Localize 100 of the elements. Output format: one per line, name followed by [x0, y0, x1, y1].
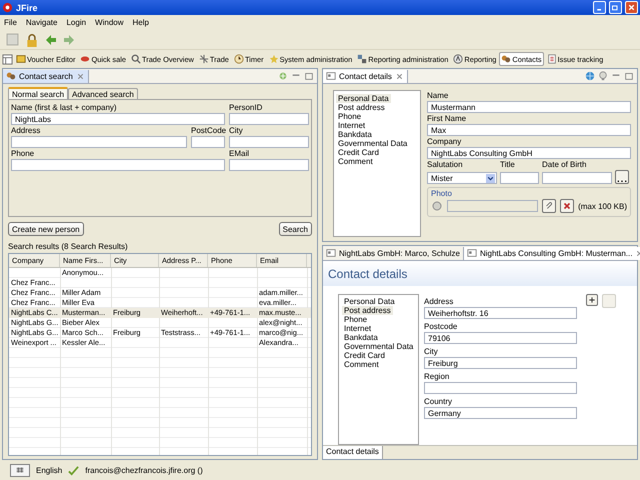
menu-item[interactable]: Help: [132, 18, 149, 27]
field-label: Salutation: [427, 159, 464, 170]
cross-icon: [198, 54, 209, 64]
view-tab[interactable]: Contact search: [3, 70, 89, 82]
maximize-icon: [624, 71, 634, 81]
form-heading: Contact details: [323, 261, 637, 286]
page-tab[interactable]: Contact details: [323, 446, 383, 459]
input-field[interactable]: Weiherhoftstr. 16: [424, 307, 577, 319]
input-field[interactable]: Max: [427, 124, 631, 136]
menu-item[interactable]: File: [4, 18, 17, 27]
open-perspective-icon: [2, 54, 13, 64]
group-label: Photo: [431, 188, 453, 199]
input-field[interactable]: [500, 172, 539, 184]
section-item[interactable]: Phone: [336, 112, 364, 121]
dropdown-caret-icon: [487, 174, 494, 182]
menu-item[interactable]: Navigate: [26, 18, 58, 27]
section-item[interactable]: Bankdata: [336, 130, 374, 139]
field-label: City: [424, 346, 439, 357]
attach-button[interactable]: [542, 199, 556, 213]
input-field[interactable]: [11, 136, 187, 148]
size-note: (max 100 KB): [578, 202, 627, 210]
view-tab[interactable]: Contact details: [323, 70, 408, 82]
add-button[interactable]: [586, 294, 598, 306]
input-field[interactable]: [229, 159, 309, 171]
field-label: Region: [424, 371, 450, 382]
field-label: Company: [427, 136, 462, 147]
section-item[interactable]: Bankdata: [342, 333, 380, 342]
delete-photo-button[interactable]: [560, 199, 574, 213]
input-field[interactable]: [424, 382, 577, 394]
squares-icon: [357, 54, 368, 64]
section-item[interactable]: Phone: [342, 315, 370, 324]
user-label: francois@chezfrancois.jfire.org (): [85, 466, 203, 474]
editor-tab[interactable]: NightLabs GmbH: Marco, Schulze: [323, 246, 464, 260]
section-item[interactable]: Governmental Data: [336, 139, 410, 148]
lock-icon: [25, 32, 39, 48]
field-label: EMail: [229, 148, 250, 159]
section-item[interactable]: Governmental Data: [342, 342, 416, 351]
section-item[interactable]: Personal Data: [336, 94, 391, 103]
create-person-button[interactable]: Create new person: [8, 222, 84, 236]
forward-arrow-icon: [63, 34, 75, 46]
input-field[interactable]: Freiburg: [424, 357, 577, 369]
globe-icon: [585, 71, 595, 81]
section-item[interactable]: Post address: [342, 306, 393, 315]
close-button[interactable]: [625, 1, 638, 14]
field-label: Name: [427, 90, 450, 101]
section-item[interactable]: Credit Card: [336, 148, 381, 157]
back-arrow-icon: [45, 34, 57, 46]
search-button[interactable]: Search: [278, 222, 312, 236]
section-item[interactable]: Credit Card: [342, 351, 387, 360]
card-icon: [326, 248, 336, 258]
field-label: Phone: [11, 148, 36, 159]
input-field[interactable]: [542, 172, 612, 184]
section-item[interactable]: Personal Data: [342, 297, 397, 306]
editor-tab[interactable]: NightLabs Consulting GmbH: Musterman...: [464, 246, 640, 260]
check-icon: [68, 464, 80, 476]
section-item[interactable]: Post address: [336, 103, 387, 112]
field-label: Address: [424, 296, 454, 307]
keyboard-icon: [14, 465, 26, 475]
restore-icon: [611, 3, 620, 12]
card-icon: [326, 71, 336, 81]
add-icon: [278, 71, 288, 81]
clock-icon: [234, 54, 244, 64]
card-icon: [466, 248, 477, 258]
field-label: Postcode: [424, 321, 458, 332]
date-picker-button[interactable]: ...: [615, 170, 629, 184]
field-label: First Name: [427, 113, 468, 124]
document-icon: [546, 54, 557, 64]
section-item[interactable]: Comment: [336, 157, 375, 166]
menu-item[interactable]: Login: [66, 18, 86, 27]
input-field[interactable]: 79106: [424, 332, 577, 344]
minimize-button[interactable]: [593, 1, 606, 14]
search-tab[interactable]: Normal search: [8, 87, 68, 99]
input-field[interactable]: [229, 136, 309, 148]
field-label: PersonID: [229, 102, 264, 113]
maximize-icon: [304, 71, 314, 81]
input-field[interactable]: NightLabs: [11, 113, 225, 125]
section-item[interactable]: Comment: [342, 360, 381, 369]
restore-button[interactable]: [609, 1, 622, 14]
language-label: English: [36, 466, 62, 474]
delete-icon: [562, 201, 572, 211]
field-label: Name (first & last + company): [11, 102, 118, 113]
section-item[interactable]: Internet: [336, 121, 368, 130]
input-field[interactable]: [229, 113, 309, 125]
save-icon: [6, 33, 19, 46]
salutation-dropdown[interactable]: Mister: [427, 172, 497, 184]
section-item[interactable]: Internet: [342, 324, 374, 333]
input-field[interactable]: NightLabs Consulting GmbH: [427, 147, 631, 159]
input-field[interactable]: [191, 136, 225, 148]
input-field[interactable]: Germany: [424, 407, 577, 419]
results-label: Search results (8 Search Results): [8, 242, 129, 251]
field-label: Title: [500, 159, 516, 170]
field-label: Country: [424, 396, 454, 407]
magnifier-icon: [131, 54, 141, 64]
field-label: Date of Birth: [542, 159, 588, 170]
paperclip-icon: [544, 201, 554, 211]
field-label: City: [229, 125, 244, 136]
menu-item[interactable]: Window: [95, 18, 124, 27]
input-field[interactable]: Mustermann: [427, 101, 631, 113]
search-tab[interactable]: Advanced search: [68, 88, 138, 99]
input-field[interactable]: [11, 159, 225, 171]
